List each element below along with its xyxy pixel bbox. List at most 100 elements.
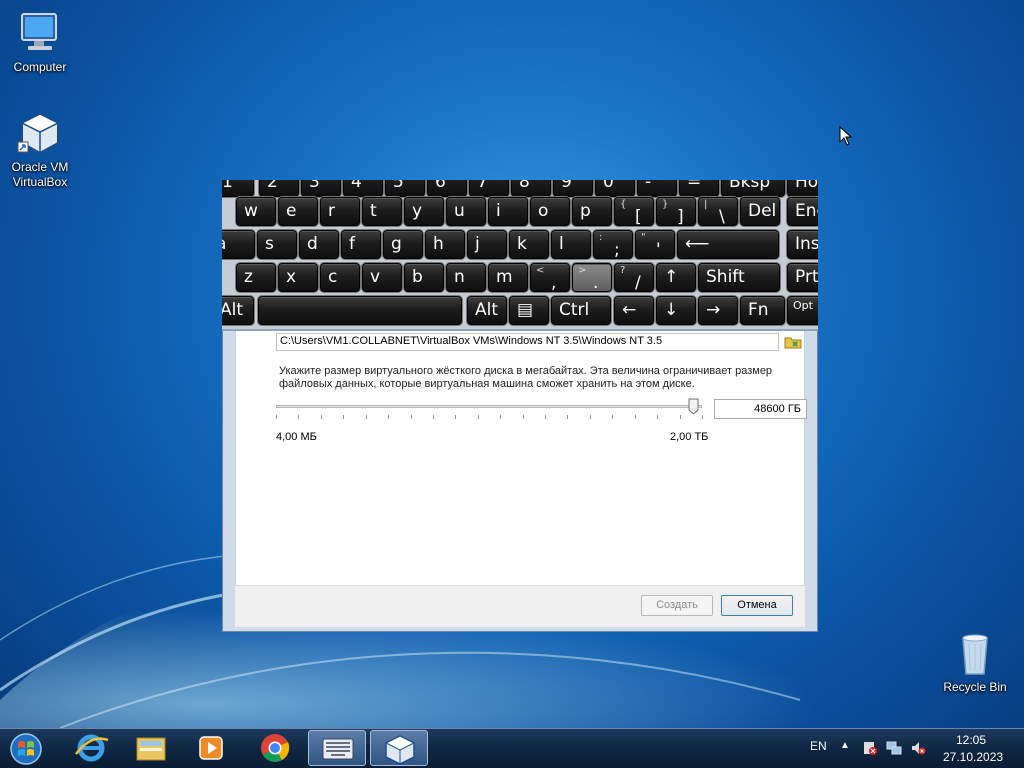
- osk-key[interactable]: Ctrl: [551, 296, 611, 325]
- language-indicator[interactable]: EN: [810, 739, 827, 753]
- choose-folder-button[interactable]: [784, 333, 802, 351]
- osk-key[interactable]: f: [341, 230, 381, 259]
- clock-date[interactable]: 27.10.2023: [943, 750, 1003, 764]
- osk-key[interactable]: 2: [259, 180, 299, 197]
- recycle-bin-icon: [951, 630, 999, 678]
- osk-key[interactable]: Ho: [787, 180, 818, 197]
- virtualbox-icon: [16, 110, 64, 158]
- osk-key[interactable]: j: [467, 230, 507, 259]
- osk-key[interactable]: 9: [553, 180, 593, 197]
- osk-key[interactable]: l: [551, 230, 591, 259]
- osk-key[interactable]: Alt: [222, 296, 254, 325]
- taskbar-virtualbox[interactable]: [370, 730, 428, 766]
- osk-key-shift-label: }: [662, 199, 669, 210]
- osk-key[interactable]: w: [236, 197, 276, 226]
- show-hidden-icons-button[interactable]: ▲: [840, 740, 850, 751]
- osk-key[interactable]: ⟵: [677, 230, 779, 259]
- osk-key[interactable]: 8: [511, 180, 551, 197]
- desktop-icon-virtualbox[interactable]: Oracle VM VirtualBox: [0, 110, 80, 190]
- start-button[interactable]: [4, 732, 48, 766]
- osk-key[interactable]: z: [236, 263, 276, 292]
- osk-key[interactable]: s: [257, 230, 297, 259]
- osk-key[interactable]: t: [362, 197, 402, 226]
- osk-key[interactable]: p: [572, 197, 612, 226]
- osk-key[interactable]: ↑: [656, 263, 696, 292]
- osk-key[interactable]: d: [299, 230, 339, 259]
- osk-key[interactable]: Shift: [698, 263, 780, 292]
- osk-key[interactable]: 1: [222, 180, 254, 197]
- taskbar-on-screen-keyboard[interactable]: [308, 730, 366, 766]
- osk-key[interactable]: b: [404, 263, 444, 292]
- osk-key[interactable]: 6: [427, 180, 467, 197]
- osk-key[interactable]: {[: [614, 197, 654, 226]
- osk-key[interactable]: <,: [530, 263, 570, 292]
- volume-muted-icon[interactable]: [910, 740, 926, 756]
- osk-key-label: ;: [614, 240, 620, 259]
- desktop-icon-recycle-bin[interactable]: Recycle Bin: [935, 630, 1015, 695]
- disk-size-description: Укажите размер виртуального жёсткого дис…: [279, 365, 773, 390]
- disk-size-input[interactable]: 48600 ГБ: [714, 399, 807, 419]
- osk-key[interactable]: m: [488, 263, 528, 292]
- osk-key[interactable]: =: [679, 180, 719, 197]
- osk-key[interactable]: ↓: [656, 296, 696, 325]
- cancel-button[interactable]: Отмена: [721, 595, 793, 616]
- osk-key[interactable]: k: [509, 230, 549, 259]
- osk-key[interactable]: >.: [572, 263, 612, 292]
- osk-key[interactable]: n: [446, 263, 486, 292]
- osk-key[interactable]: 7: [469, 180, 509, 197]
- osk-key[interactable]: Alt: [467, 296, 507, 325]
- osk-key[interactable]: a: [222, 230, 255, 259]
- desktop-icon-label: Recycle Bin: [943, 680, 1007, 694]
- slider-tick: [298, 415, 299, 419]
- osk-key[interactable]: Bksp: [721, 180, 785, 197]
- slider-tick: [500, 415, 501, 419]
- osk-key[interactable]: End: [787, 197, 818, 226]
- osk-key[interactable]: Opt: [787, 296, 818, 325]
- osk-key[interactable]: 0: [595, 180, 635, 197]
- taskbar-chrome[interactable]: [246, 730, 304, 766]
- osk-key[interactable]: PrtS: [787, 263, 818, 292]
- osk-key[interactable]: ▤: [509, 296, 549, 325]
- osk-key[interactable]: :;: [593, 230, 633, 259]
- slider-tick: [612, 415, 613, 419]
- disk-size-slider-thumb[interactable]: [688, 398, 699, 415]
- slider-tick: [433, 415, 434, 419]
- osk-key[interactable]: Del: [740, 197, 780, 226]
- desktop-icon-computer[interactable]: Computer: [0, 10, 80, 75]
- osk-key[interactable]: x: [278, 263, 318, 292]
- osk-key[interactable]: 3: [301, 180, 341, 197]
- network-icon[interactable]: [886, 740, 902, 756]
- osk-key[interactable]: g: [383, 230, 423, 259]
- osk-key[interactable]: 4: [343, 180, 383, 197]
- osk-key[interactable]: o: [530, 197, 570, 226]
- osk-key[interactable]: 5: [385, 180, 425, 197]
- osk-key[interactable]: i: [488, 197, 528, 226]
- osk-key[interactable]: e: [278, 197, 318, 226]
- osk-key[interactable]: u: [446, 197, 486, 226]
- osk-key[interactable]: →: [698, 296, 738, 325]
- create-button[interactable]: Создать: [641, 595, 713, 616]
- slider-min-label: 4,00 МБ: [276, 431, 317, 443]
- osk-key[interactable]: c: [320, 263, 360, 292]
- osk-key[interactable]: [258, 296, 462, 325]
- osk-key[interactable]: -: [637, 180, 677, 197]
- osk-key[interactable]: ←: [614, 296, 654, 325]
- taskbar-media-player[interactable]: [182, 730, 240, 766]
- osk-key[interactable]: Fn: [740, 296, 785, 325]
- osk-key[interactable]: | \: [698, 197, 738, 226]
- taskbar-internet-explorer[interactable]: [62, 730, 120, 766]
- osk-key[interactable]: r: [320, 197, 360, 226]
- osk-key[interactable]: ? /: [614, 263, 654, 292]
- taskbar-file-explorer[interactable]: [122, 730, 180, 766]
- osk-key[interactable]: }]: [656, 197, 696, 226]
- osk-key[interactable]: y: [404, 197, 444, 226]
- disk-path-field[interactable]: C:\Users\VM1.COLLABNET\VirtualBox VMs\Wi…: [276, 333, 779, 351]
- osk-key[interactable]: " ': [635, 230, 675, 259]
- osk-key[interactable]: v: [362, 263, 402, 292]
- osk-key[interactable]: Inse: [787, 230, 818, 259]
- disk-size-slider-track[interactable]: [276, 405, 702, 408]
- clock-time[interactable]: 12:05: [956, 733, 986, 747]
- slider-tick: [702, 415, 703, 419]
- osk-key[interactable]: h: [425, 230, 465, 259]
- action-center-icon[interactable]: [862, 740, 878, 756]
